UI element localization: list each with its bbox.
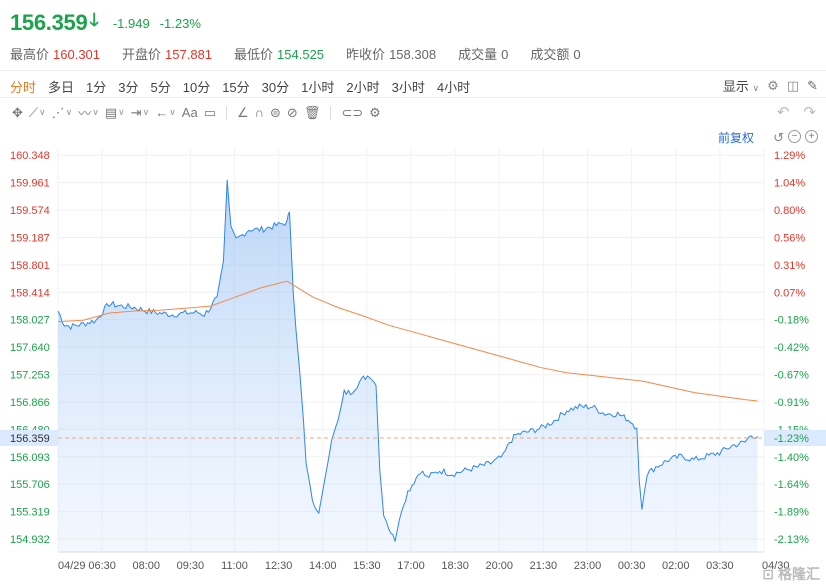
y-tick-right: -1.64% [774, 479, 809, 491]
current-pct-label: -1.23% [774, 433, 809, 445]
price-area [58, 179, 758, 552]
y-tick-right: -2.13% [774, 534, 809, 546]
y-tick-right: -0.67% [774, 370, 809, 382]
watermark-logo: ⊡ 格隆汇 [762, 566, 820, 582]
y-tick-left: 158.027 [10, 315, 50, 327]
y-tick-left: 154.932 [10, 534, 50, 546]
y-tick-left: 158.801 [10, 260, 50, 272]
x-tick: 03:30 [706, 560, 734, 572]
x-tick: 08:00 [132, 560, 160, 572]
x-tick: 02:00 [662, 560, 690, 572]
x-tick: 09:30 [177, 560, 205, 572]
y-tick-left: 156.093 [10, 452, 50, 464]
x-tick: 15:30 [353, 560, 381, 572]
y-tick-right: 1.04% [774, 178, 805, 190]
x-tick: 18:30 [441, 560, 469, 572]
y-tick-left: 159.574 [10, 205, 50, 217]
y-tick-right: 0.56% [774, 233, 805, 245]
y-tick-left: 157.640 [10, 342, 50, 354]
y-tick-right: -1.89% [774, 507, 809, 519]
y-tick-right: 0.31% [774, 260, 805, 272]
y-tick-left: 160.348 [10, 150, 50, 162]
x-tick: 17:00 [397, 560, 425, 572]
y-tick-right: 0.07% [774, 287, 805, 299]
y-tick-right: -0.42% [774, 342, 809, 354]
y-tick-left: 159.961 [10, 178, 50, 190]
y-tick-right: 1.29% [774, 150, 805, 162]
x-tick: 23:00 [574, 560, 602, 572]
y-tick-left: 155.706 [10, 479, 50, 491]
x-tick: 06:30 [88, 560, 116, 572]
y-tick-right: 0.80% [774, 205, 805, 217]
x-tick: 12:30 [265, 560, 293, 572]
x-tick: 20:00 [485, 560, 513, 572]
y-tick-left: 159.187 [10, 233, 50, 245]
y-tick-left: 155.319 [10, 507, 50, 519]
x-tick: 14:00 [309, 560, 337, 572]
watermark-text: 格隆汇 [778, 566, 820, 582]
x-tick: 11:00 [221, 560, 248, 572]
x-tick: 00:30 [618, 560, 646, 572]
y-tick-right: -0.91% [774, 397, 809, 409]
y-tick-left: 156.866 [10, 397, 50, 409]
y-tick-left: 158.414 [10, 287, 50, 299]
current-price-label: 156.359 [10, 433, 50, 445]
x-tick: 04/29 [58, 560, 86, 572]
y-tick-right: -0.18% [774, 315, 809, 327]
y-tick-right: -1.40% [774, 452, 809, 464]
x-tick: 21:30 [530, 560, 558, 572]
intraday-chart[interactable]: 160.348 1.29% 159.961 1.04% 159.574 0.80% 159.… [0, 0, 826, 588]
y-tick-left: 157.253 [10, 370, 50, 382]
